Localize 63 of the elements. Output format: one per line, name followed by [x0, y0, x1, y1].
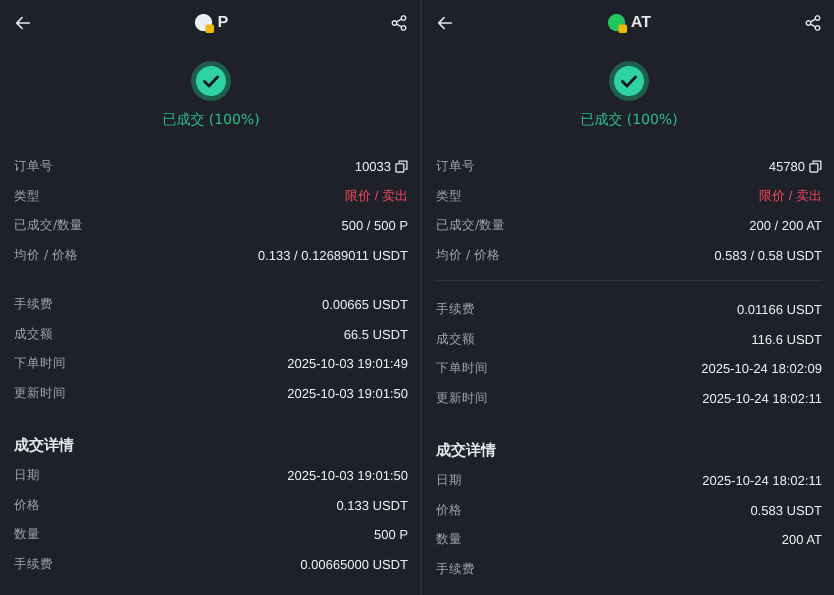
field-label: 更新时间: [14, 384, 66, 402]
success-check-icon: [609, 61, 649, 101]
field-value: 2025-10-03 19:01:50: [287, 468, 408, 484]
field-label: 更新时间: [436, 390, 488, 407]
coin-icon: [194, 12, 215, 34]
field-value: 0.583 USDT: [750, 502, 822, 518]
status-text: 已成交 (100%): [162, 111, 260, 129]
field-value: 200 / 200 AT: [749, 218, 822, 234]
field-value: 限价 / 卖出: [759, 187, 822, 206]
field-label: 日期: [436, 472, 462, 490]
field-label: 数量: [436, 531, 462, 548]
copy-icon[interactable]: [395, 160, 408, 174]
field-value: 0.133 USDT: [336, 498, 408, 513]
field-value: 500 P: [374, 527, 408, 542]
field-value: 200 AT: [782, 532, 822, 548]
field-value: 2025-10-24 18:02:09: [701, 361, 822, 376]
section-title: 成交详情: [14, 436, 75, 455]
field-label: 类型: [14, 188, 40, 205]
field-value: 0.00665000 USDT: [300, 556, 408, 572]
coin-icon: [606, 12, 628, 34]
field-value: 45780: [768, 159, 805, 174]
field-label: 已成交/数量: [436, 217, 506, 234]
field-label: 下单时间: [436, 360, 488, 378]
field-value: 2025-10-03 19:01:50: [287, 386, 408, 401]
back-arrow-icon[interactable]: [436, 14, 454, 32]
field-label: 订单号: [14, 158, 53, 176]
back-arrow-icon[interactable]: [14, 14, 32, 32]
field-label: 已成交/数量: [14, 217, 84, 234]
field-label: 数量: [14, 526, 40, 544]
field-label: 成交额: [14, 326, 53, 343]
field-value: 0.01166 USDT: [736, 302, 822, 318]
field-value: 116.6 USDT: [751, 332, 822, 347]
field-label: 下单时间: [14, 355, 66, 372]
field-label: 手续费: [14, 556, 53, 573]
field-label: 手续费: [14, 296, 53, 314]
section-title: 成交详情: [436, 441, 497, 460]
field-label: 价格: [14, 496, 40, 514]
field-value: 10033: [354, 159, 391, 174]
copy-icon[interactable]: [809, 160, 822, 174]
field-value: 500 / 500 P: [342, 218, 408, 234]
field-label: 价格: [436, 502, 462, 519]
share-icon[interactable]: [390, 14, 408, 32]
field-label: 订单号: [436, 158, 475, 176]
status-text: 已成交 (100%): [580, 111, 678, 129]
field-label: 均价 / 价格: [436, 246, 500, 264]
field-label: 均价 / 价格: [14, 246, 78, 264]
field-value: 2025-10-24 18:02:11: [702, 473, 822, 488]
field-value: 限价 / 卖出: [345, 187, 408, 206]
field-label: 手续费: [436, 301, 475, 318]
field-value: 2025-10-24 18:02:11: [702, 390, 822, 406]
field-value: 2025-10-03 19:01:49: [287, 356, 408, 372]
share-icon[interactable]: [804, 14, 822, 32]
coin-symbol: P: [218, 14, 228, 32]
field-value: 66.5 USDT: [344, 326, 408, 342]
success-check-icon: [191, 61, 231, 101]
field-value: 0.00665 USDT: [322, 297, 408, 312]
field-label: 日期: [14, 467, 40, 484]
field-label: 类型: [436, 188, 462, 205]
field-value: 0.133 / 0.12689011 USDT: [258, 248, 408, 263]
field-label: 手续费: [436, 560, 475, 578]
field-value: 0.583 / 0.58 USDT: [714, 248, 822, 263]
field-label: 成交额: [436, 330, 475, 348]
coin-symbol: AT: [630, 14, 652, 32]
